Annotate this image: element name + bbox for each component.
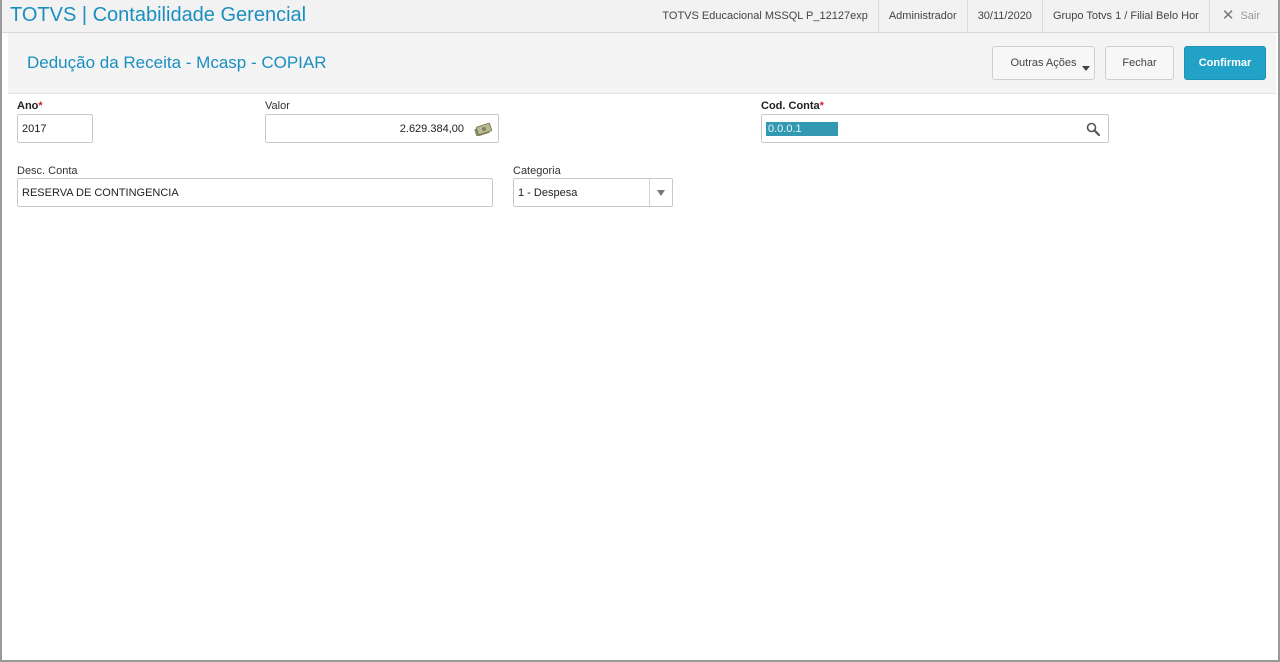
- ano-field[interactable]: 2017: [17, 114, 93, 143]
- cod-conta-label-text: Cod. Conta: [761, 100, 820, 112]
- ano-label-text: Ano: [17, 100, 39, 112]
- other-actions-label: Outras Ações: [1010, 57, 1077, 69]
- categoria-label: Categoria: [513, 165, 561, 177]
- select-dropdown-button[interactable]: [649, 179, 672, 206]
- categoria-value: 1 - Despesa: [518, 186, 578, 199]
- other-actions-button[interactable]: Outras Ações: [992, 46, 1095, 80]
- top-bar: TOTVS | Contabilidade Gerencial TOTVS Ed…: [2, 0, 1278, 33]
- ano-value: 2017: [22, 122, 47, 135]
- window-frame: [0, 0, 1280, 662]
- confirm-button[interactable]: Confirmar: [1184, 46, 1266, 80]
- date-label[interactable]: 30/11/2020: [966, 0, 1042, 32]
- categoria-select[interactable]: 1 - Despesa: [513, 178, 673, 207]
- close-icon: ✕: [1221, 7, 1235, 24]
- page-title: Dedução da Receita - Mcasp - COPIAR: [27, 53, 327, 72]
- chevron-down-icon: [657, 189, 665, 196]
- app-title: TOTVS | Contabilidade Gerencial: [10, 4, 307, 26]
- chevron-down-icon: [1082, 66, 1090, 71]
- exit-button[interactable]: ✕ Sair: [1208, 0, 1278, 32]
- required-mark: *: [819, 100, 824, 112]
- session-info: TOTVS Educacional MSSQL P_12127exp Admin…: [652, 0, 1278, 32]
- search-icon[interactable]: [1086, 122, 1100, 136]
- cod-conta-value: 0.0.0.1: [766, 121, 838, 136]
- exit-label: Sair: [1240, 10, 1260, 22]
- money-icon[interactable]: [474, 122, 492, 136]
- user-label[interactable]: Administrador: [877, 0, 967, 32]
- desc-conta-value: RESERVA DE CONTINGENCIA: [22, 186, 179, 199]
- valor-field[interactable]: 2.629.384,00: [265, 114, 499, 143]
- close-button[interactable]: Fechar: [1105, 46, 1174, 80]
- desc-conta-label: Desc. Conta: [17, 165, 78, 177]
- cod-conta-label: Cod. Conta*: [761, 100, 824, 112]
- environment-label[interactable]: TOTVS Educacional MSSQL P_12127exp: [652, 0, 877, 32]
- required-mark: *: [38, 100, 43, 112]
- page-header: Dedução da Receita - Mcasp - COPIAR Outr…: [8, 33, 1276, 94]
- ano-label: Ano*: [17, 100, 43, 112]
- cod-conta-field[interactable]: 0.0.0.1: [761, 114, 1109, 143]
- company-label[interactable]: Grupo Totvs 1 / Filial Belo Hor: [1041, 0, 1209, 32]
- desc-conta-field[interactable]: RESERVA DE CONTINGENCIA: [17, 178, 493, 207]
- valor-label: Valor: [265, 100, 290, 112]
